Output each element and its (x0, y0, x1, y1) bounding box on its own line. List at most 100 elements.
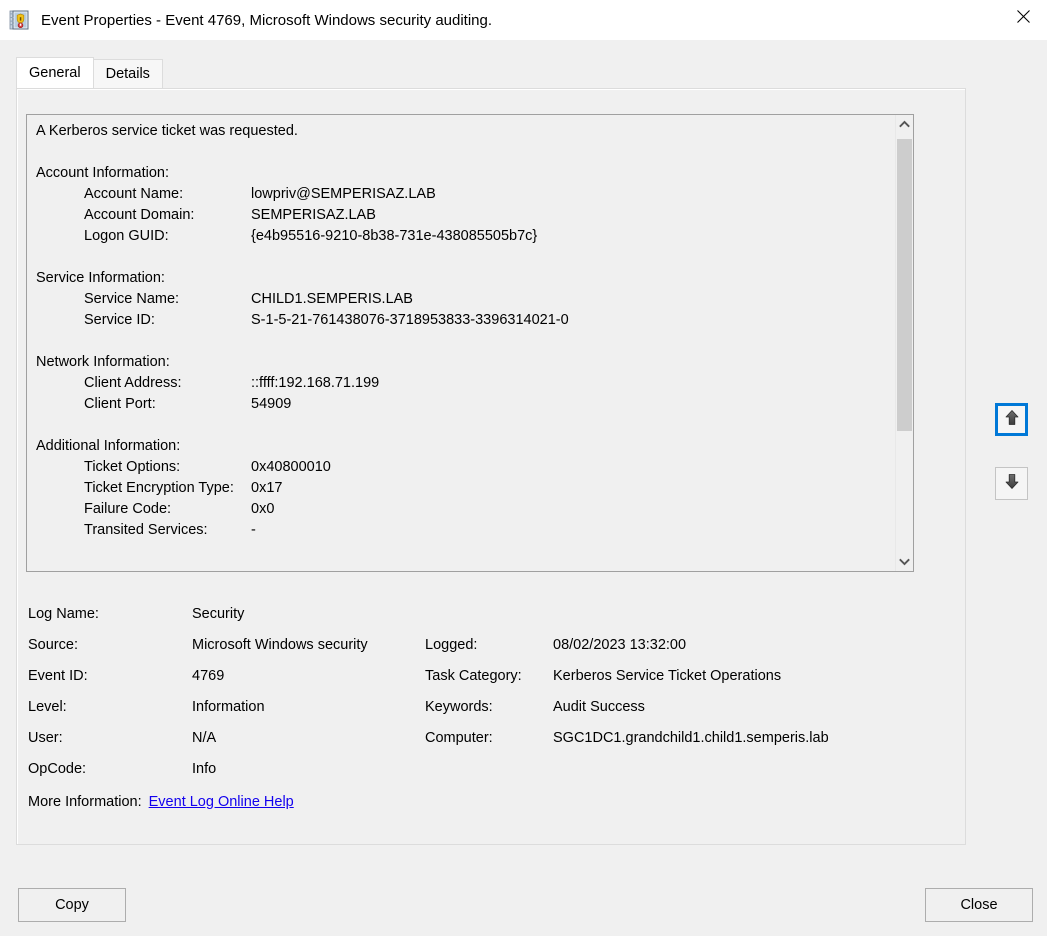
next-event-button[interactable] (995, 467, 1028, 500)
tab-general[interactable]: General (16, 57, 94, 88)
chevron-up-icon[interactable] (896, 115, 913, 133)
tab-details[interactable]: Details (92, 59, 163, 88)
field-line: Failure Code: 0x0 (36, 499, 876, 520)
field-label: Service Name: (84, 291, 180, 307)
detail-label-left: Event ID: (28, 667, 88, 684)
detail-value-right: SGC1DC1.grandchild1.child1.semperis.lab (553, 729, 829, 746)
field-value: 0x0 (251, 501, 275, 517)
field-line: Client Address:::ffff:192.168.71.199 (36, 373, 876, 394)
detail-label-right: Computer: (425, 729, 493, 746)
detail-label-left: Source: (28, 636, 78, 653)
section-heading: Service Information: (36, 270, 165, 286)
detail-row: Source: Microsoft Windows security Logged:… (28, 629, 928, 660)
close-icon[interactable] (999, 0, 1047, 32)
section-heading-line: Network Information: (36, 352, 876, 373)
description-summary-line: A Kerberos service ticket was requested. (36, 121, 876, 142)
event-log-icon (9, 9, 31, 31)
field-label: Logon GUID: (84, 228, 169, 244)
section-heading-line: Account Information: (36, 163, 876, 184)
section-heading-line: Additional Information: (36, 436, 876, 457)
title-bar: Event Properties - Event 4769, Microsoft… (0, 0, 1047, 40)
section-heading-line: Service Information: (36, 268, 876, 289)
arrow-up-icon (1003, 409, 1021, 431)
field-value: {e4b95516-9210-8b38-731e-438085505b7c} (251, 228, 538, 244)
field-line: Logon GUID: {e4b95516-9210-8b38-731e-4380… (36, 226, 876, 247)
description-summary: A Kerberos service ticket was requested. (36, 123, 298, 139)
field-value: ::ffff:192.168.71.199 (251, 375, 380, 391)
field-label: Account Domain: (84, 207, 195, 223)
detail-label-left: OpCode: (28, 760, 87, 777)
detail-value-right: 08/02/2023 13:32:00 (553, 636, 687, 653)
detail-value-left: Info (192, 760, 217, 777)
detail-label-right: Keywords: (425, 698, 493, 715)
close-button[interactable]: Close (925, 888, 1033, 922)
more-information-row: More Information: Event Log Online Help (28, 786, 928, 817)
field-value: S-1-5-21-761438076-3718953833-3396314021… (251, 312, 569, 328)
tab-general-label: General (29, 65, 81, 81)
field-label: Account Name: (84, 186, 184, 202)
detail-row: Level: Information Keywords: Audit Success (28, 691, 928, 722)
field-label: Ticket Options: (84, 459, 181, 475)
field-value: 0x40800010 (251, 459, 331, 475)
field-line: Ticket Options: 0x40800010 (36, 457, 876, 478)
field-line: Service Name: CHILD1.SEMPERIS.LAB (36, 289, 876, 310)
detail-label-left: Level: (28, 698, 67, 715)
event-description-box[interactable]: A Kerberos service ticket was requested.… (26, 114, 914, 572)
detail-value-left: Microsoft Windows security (192, 636, 368, 653)
section-heading: Network Information: (36, 354, 170, 370)
description-scrollbar[interactable] (895, 115, 913, 571)
detail-value-right: Audit Success (553, 698, 645, 715)
field-label: Failure Code: (84, 501, 172, 517)
event-detail-grid: Log Name: Security Source: Microsoft Window… (28, 598, 928, 817)
detail-value-right: Kerberos Service Ticket Operations (553, 667, 782, 684)
copy-button[interactable]: Copy (18, 888, 126, 922)
arrow-down-icon (1003, 473, 1021, 495)
field-line: Account Domain: SEMPERISAZ.LAB (36, 205, 876, 226)
detail-value-left: Security (192, 605, 245, 622)
copy-button-label: Copy (55, 897, 89, 913)
detail-row: User: N/A Computer: SGC1DC1.grandchild1.chi… (28, 722, 928, 753)
field-label: Service ID: (84, 312, 155, 328)
section-heading: Additional Information: (36, 438, 181, 454)
previous-event-button[interactable] (995, 403, 1028, 436)
field-line: Client Port: 54909 (36, 394, 876, 415)
detail-label-right: Task Category: (425, 667, 522, 684)
field-value: - (251, 522, 256, 538)
tab-details-label: Details (105, 66, 150, 82)
detail-value-left: 4769 (192, 667, 225, 684)
scrollbar-thumb[interactable] (897, 139, 912, 431)
field-value: SEMPERISAZ.LAB (251, 207, 376, 223)
field-value: 54909 (251, 396, 292, 412)
field-label: Transited Services: (84, 522, 208, 538)
detail-value-left: Information (192, 698, 265, 715)
detail-value-left: N/A (192, 729, 217, 746)
detail-row: OpCode: Info (28, 753, 928, 784)
tab-strip: General Details (16, 57, 163, 88)
section-heading: Account Information: (36, 165, 169, 181)
field-value: lowpriv@SEMPERISAZ.LAB (251, 186, 436, 202)
detail-row: Log Name: Security (28, 598, 928, 629)
field-line: Account Name: lowpriv@SEMPERISAZ.LAB (36, 184, 876, 205)
more-information-label: More Information: (28, 793, 142, 810)
field-line: Ticket Encryption Type: 0x17 (36, 478, 876, 499)
field-label: Client Port: (84, 396, 156, 412)
field-line: Service ID: S-1-5-21-761438076-3718953833… (36, 310, 876, 331)
field-label: Ticket Encryption Type: (84, 480, 234, 496)
event-description-text: A Kerberos service ticket was requested.… (36, 121, 876, 541)
close-button-label: Close (960, 897, 998, 913)
detail-label-left: Log Name: (28, 605, 99, 622)
detail-label-right: Logged: (425, 636, 478, 653)
detail-row: Event ID: 4769 Task Category: Kerberos Serv… (28, 660, 928, 691)
chevron-down-icon[interactable] (896, 553, 913, 571)
field-line: Transited Services: - (36, 520, 876, 541)
detail-label-left: User: (28, 729, 63, 746)
field-value: 0x17 (251, 480, 283, 496)
event-log-online-help-link[interactable]: Event Log Online Help (149, 794, 294, 810)
field-label: Client Address: (84, 375, 182, 391)
window-title: Event Properties - Event 4769, Microsoft… (41, 11, 493, 29)
field-value: CHILD1.SEMPERIS.LAB (251, 291, 413, 307)
